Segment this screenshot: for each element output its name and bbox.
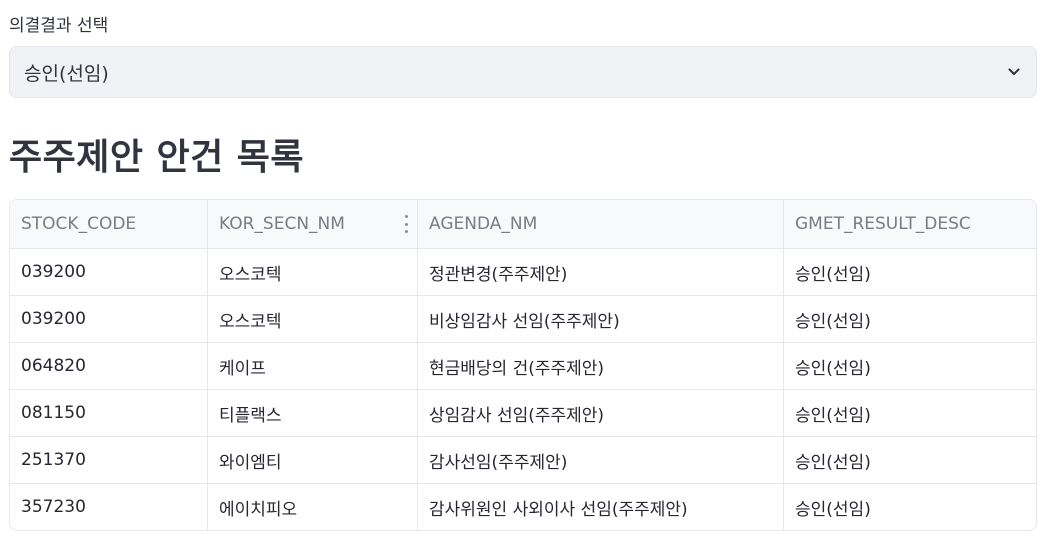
column-header-kor-secn-nm[interactable]: KOR_SECN_NM	[207, 200, 417, 248]
cell-agenda-nm[interactable]: 감사위원인 사외이사 선임(주주제안)	[417, 484, 783, 530]
column-header-label: AGENDA_NM	[429, 214, 538, 234]
table-row[interactable]: 039200 오스코텍 정관변경(주주제안) 승인(선임)	[10, 248, 1036, 295]
cell-agenda-nm[interactable]: 현금배당의 건(주주제안)	[417, 343, 783, 389]
column-header-label: GMET_RESULT_DESC	[795, 214, 971, 234]
cell-kor-secn-nm[interactable]: 에이치피오	[207, 484, 417, 530]
cell-kor-secn-nm[interactable]: 와이엠티	[207, 437, 417, 483]
cell-kor-secn-nm[interactable]: 오스코텍	[207, 296, 417, 342]
cell-gmet-result-desc[interactable]: 승인(선임)	[783, 296, 1036, 342]
table-row[interactable]: 251370 와이엠티 감사선임(주주제안) 승인(선임)	[10, 436, 1036, 483]
data-table: STOCK_CODE KOR_SECN_NM AGENDA_NM GMET_RE…	[9, 199, 1037, 531]
column-menu-icon[interactable]	[403, 215, 409, 233]
table-row[interactable]: 039200 오스코텍 비상임감사 선임(주주제안) 승인(선임)	[10, 295, 1036, 342]
chevron-down-icon	[1006, 64, 1022, 80]
cell-agenda-nm[interactable]: 비상임감사 선임(주주제안)	[417, 296, 783, 342]
filter-label: 의결결과 선택	[9, 16, 109, 36]
table-row[interactable]: 357230 에이치피오 감사위원인 사외이사 선임(주주제안) 승인(선임)	[10, 483, 1036, 530]
cell-stock-code[interactable]: 039200	[10, 249, 207, 295]
column-header-gmet-result-desc[interactable]: GMET_RESULT_DESC	[783, 200, 1036, 248]
select-value: 승인(선임)	[24, 62, 109, 85]
column-header-agenda-nm[interactable]: AGENDA_NM	[417, 200, 783, 248]
cell-stock-code[interactable]: 251370	[10, 437, 207, 483]
cell-kor-secn-nm[interactable]: 케이프	[207, 343, 417, 389]
cell-stock-code[interactable]: 064820	[10, 343, 207, 389]
cell-stock-code[interactable]: 081150	[10, 390, 207, 436]
column-header-label: KOR_SECN_NM	[219, 214, 345, 234]
cell-agenda-nm[interactable]: 정관변경(주주제안)	[417, 249, 783, 295]
cell-agenda-nm[interactable]: 감사선임(주주제안)	[417, 437, 783, 483]
cell-gmet-result-desc[interactable]: 승인(선임)	[783, 249, 1036, 295]
cell-stock-code[interactable]: 039200	[10, 296, 207, 342]
cell-kor-secn-nm[interactable]: 티플랙스	[207, 390, 417, 436]
cell-gmet-result-desc[interactable]: 승인(선임)	[783, 390, 1036, 436]
result-select[interactable]: 승인(선임)	[9, 46, 1037, 98]
table-row[interactable]: 064820 케이프 현금배당의 건(주주제안) 승인(선임)	[10, 342, 1036, 389]
column-header-label: STOCK_CODE	[21, 214, 137, 234]
cell-stock-code[interactable]: 357230	[10, 484, 207, 530]
page-title: 주주제안 안건 목록	[9, 137, 305, 178]
table-row[interactable]: 081150 티플랙스 상임감사 선임(주주제안) 승인(선임)	[10, 389, 1036, 436]
cell-gmet-result-desc[interactable]: 승인(선임)	[783, 484, 1036, 530]
table-header-row: STOCK_CODE KOR_SECN_NM AGENDA_NM GMET_RE…	[10, 200, 1036, 248]
column-header-stock-code[interactable]: STOCK_CODE	[10, 200, 207, 248]
cell-agenda-nm[interactable]: 상임감사 선임(주주제안)	[417, 390, 783, 436]
cell-kor-secn-nm[interactable]: 오스코텍	[207, 249, 417, 295]
cell-gmet-result-desc[interactable]: 승인(선임)	[783, 437, 1036, 483]
cell-gmet-result-desc[interactable]: 승인(선임)	[783, 343, 1036, 389]
